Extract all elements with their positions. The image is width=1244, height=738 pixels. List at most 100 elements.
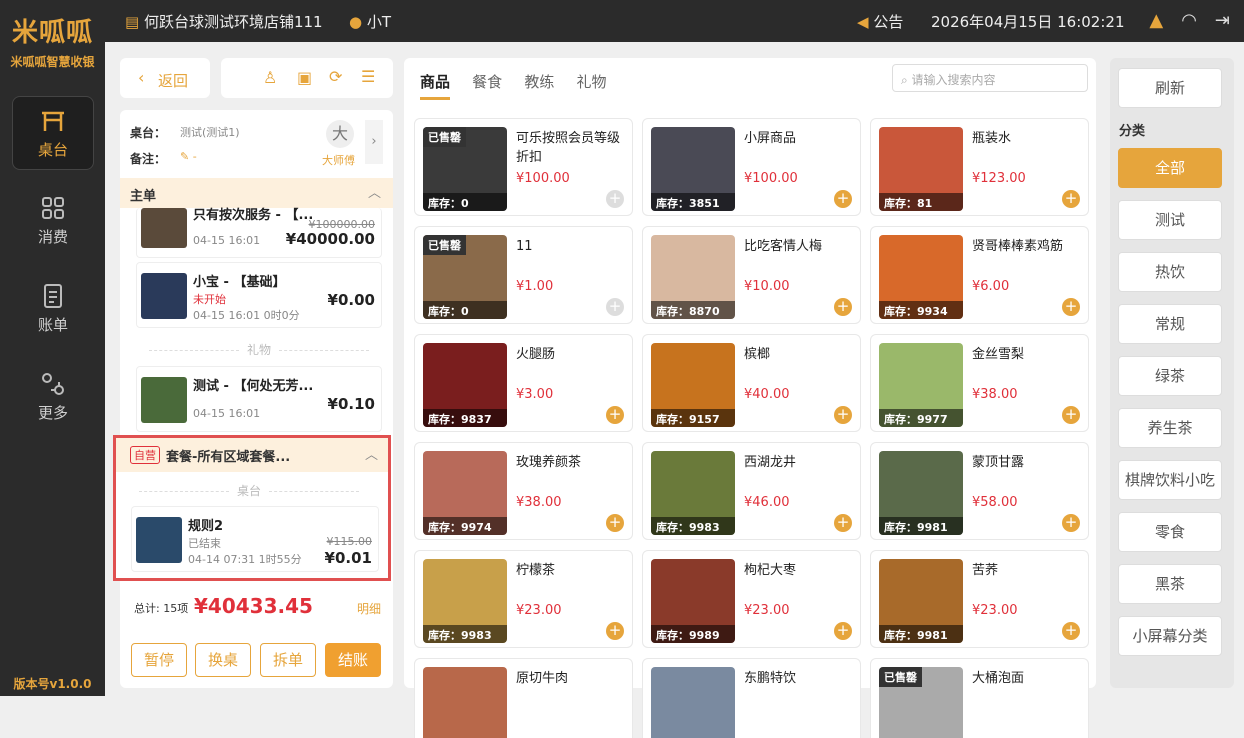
product-price: ¥123.00	[972, 171, 1026, 186]
product-card[interactable]: 库存：9837 火腿肠 ¥3.00 +	[414, 334, 633, 432]
product-name: 柠檬茶	[516, 563, 556, 578]
category-item[interactable]: 小屏幕分类	[1118, 616, 1222, 656]
product-image: 已售罄 库存：0	[423, 127, 507, 211]
refresh-icon[interactable]: ⟳	[329, 67, 342, 86]
nav-item-bill[interactable]: 账单	[12, 272, 94, 346]
package-header[interactable]: 自营 套餐-所有区域套餐... ︿	[116, 438, 388, 472]
add-icon[interactable]: +	[834, 406, 852, 424]
product-price: ¥100.00	[516, 171, 570, 186]
order-thumb	[141, 273, 187, 319]
product-card[interactable]: 库存：9934 贤哥棒棒素鸡筋 ¥6.00 +	[870, 226, 1089, 324]
order-item[interactable]: 只有按次服务 - 【... ¥100000.00 04-15 16:01 ¥40…	[136, 208, 382, 258]
order-item[interactable]: 小宝 - 【基础】 未开始 04-15 16:01 0时0分 ¥0.00	[136, 262, 382, 328]
back-button[interactable]: ‹ 返回	[120, 58, 210, 98]
nav-item-consume[interactable]: 消费	[12, 184, 94, 258]
nav-item-more[interactable]: 更多	[12, 360, 94, 434]
add-icon[interactable]: +	[834, 298, 852, 316]
product-name: 枸杞大枣	[744, 563, 797, 578]
print-icon[interactable]: ▣	[297, 68, 312, 87]
category-item[interactable]: 常规	[1118, 304, 1222, 344]
product-card[interactable]: 库存：9983 西湖龙井 ¥46.00 +	[642, 442, 861, 540]
add-icon[interactable]: +	[606, 298, 624, 316]
add-icon[interactable]: +	[606, 406, 624, 424]
product-panel: 商品 餐食 教练 礼物 ⌕ 请输入搜索内容 已售罄 库存：0 可乐按照会员等级折扣 ¥…	[404, 58, 1096, 738]
product-price: ¥1.00	[516, 279, 554, 294]
stock-label: 库存：0	[423, 193, 507, 211]
tab-coaches[interactable]: 教练	[524, 73, 554, 91]
product-image: 库存：9981	[879, 559, 963, 643]
product-image: 库存：9974	[423, 451, 507, 535]
nav-label-consume: 消费	[37, 228, 68, 246]
product-card[interactable]: 库存：9157 槟榔 ¥40.00 +	[642, 334, 861, 432]
category-item[interactable]: 养生茶	[1118, 408, 1222, 448]
table-icon	[42, 111, 64, 131]
product-card[interactable]: 库存：9977 金丝雪梨 ¥38.00 +	[870, 334, 1089, 432]
stock-label: 库存：9989	[651, 625, 735, 643]
add-icon[interactable]: +	[1062, 406, 1080, 424]
logout-icon[interactable]: ⇥	[1215, 10, 1230, 31]
total-amount: ¥40433.45	[194, 594, 313, 618]
product-price: ¥10.00	[744, 279, 790, 294]
add-icon[interactable]: +	[1062, 298, 1080, 316]
chevron-right-icon[interactable]: ›	[365, 120, 383, 164]
add-icon[interactable]: +	[1062, 622, 1080, 640]
note-value[interactable]: ✎ -	[180, 150, 197, 163]
split-order-button[interactable]: 拆单	[260, 643, 316, 677]
product-price: ¥23.00	[744, 603, 790, 618]
product-card[interactable]: 库存：3851 小屏商品 ¥100.00 +	[642, 118, 861, 216]
checkout-button[interactable]: 结账	[325, 643, 381, 677]
detail-link[interactable]: 明细	[357, 600, 381, 617]
add-icon[interactable]: +	[606, 622, 624, 640]
product-card[interactable]: 已售罄 库存：0 11 ¥1.00 +	[414, 226, 633, 324]
product-card[interactable]: 库存：9974 玫瑰养颜茶 ¥38.00 +	[414, 442, 633, 540]
nav-item-table[interactable]: 桌台	[12, 96, 94, 170]
product-card[interactable]: 已售罄 大桶泡面	[870, 658, 1089, 738]
add-icon[interactable]: +	[606, 190, 624, 208]
pause-button[interactable]: 暂停	[131, 643, 187, 677]
add-icon[interactable]: +	[834, 514, 852, 532]
package-item[interactable]: 规则2 已结束 ¥115.00 04-14 07:31 1时55分 ¥0.01	[131, 506, 379, 572]
add-icon[interactable]: +	[1062, 190, 1080, 208]
notice-button[interactable]: ◀ 公告	[857, 11, 903, 32]
product-card[interactable]: 东鹏特饮	[642, 658, 861, 738]
list-icon[interactable]: ☰	[361, 67, 375, 86]
product-price: ¥100.00	[744, 171, 798, 186]
category-item[interactable]: 测试	[1118, 200, 1222, 240]
add-icon[interactable]: +	[834, 190, 852, 208]
add-icon[interactable]: +	[606, 514, 624, 532]
search-input[interactable]: ⌕ 请输入搜索内容	[892, 64, 1088, 92]
category-item[interactable]: 黑茶	[1118, 564, 1222, 604]
product-image: 库存：9837	[423, 343, 507, 427]
product-card[interactable]: 库存：9983 柠檬茶 ¥23.00 +	[414, 550, 633, 648]
product-card[interactable]: 库存：81 瓶装水 ¥123.00 +	[870, 118, 1089, 216]
change-table-button[interactable]: 换桌	[195, 643, 251, 677]
tab-goods[interactable]: 商品	[420, 73, 451, 100]
add-icon[interactable]: +	[1062, 514, 1080, 532]
category-item[interactable]: 全部	[1118, 148, 1222, 188]
category-item[interactable]: 热饮	[1118, 252, 1222, 292]
tab-meals[interactable]: 餐食	[472, 73, 502, 91]
bill-icon	[44, 284, 62, 308]
tab-gifts[interactable]: 礼物	[576, 73, 606, 91]
bell-outline-icon[interactable]: ♙	[263, 68, 277, 87]
category-item[interactable]: 绿茶	[1118, 356, 1222, 396]
product-card[interactable]: 库存：8870 比吃客情人梅 ¥10.00 +	[642, 226, 861, 324]
note-label: 备注：	[130, 152, 167, 166]
chevron-up-icon: ︿	[367, 186, 381, 201]
gift-item[interactable]: 测试 - 【何处无芳... 04-15 16:01 ¥0.10	[136, 366, 382, 432]
refresh-button[interactable]: 刷新	[1118, 68, 1222, 108]
product-card[interactable]: 原切牛肉	[414, 658, 633, 738]
category-item[interactable]: 零食	[1118, 512, 1222, 552]
user-name[interactable]: ● 小T	[349, 11, 391, 32]
product-card[interactable]: 库存：9981 苦荞 ¥23.00 +	[870, 550, 1089, 648]
product-image: 库存：9934	[879, 235, 963, 319]
product-card[interactable]: 已售罄 库存：0 可乐按照会员等级折扣 ¥100.00 +	[414, 118, 633, 216]
product-name: 11	[516, 239, 533, 254]
master-avatar[interactable]: 大	[326, 120, 354, 148]
bell-icon[interactable]: ▲	[1149, 10, 1163, 31]
product-card[interactable]: 库存：9981 蒙顶甘露 ¥58.00 +	[870, 442, 1089, 540]
add-icon[interactable]: +	[834, 622, 852, 640]
edit-icon: ✎	[180, 150, 193, 163]
category-item[interactable]: 棋牌饮料小吃	[1118, 460, 1222, 500]
product-card[interactable]: 库存：9989 枸杞大枣 ¥23.00 +	[642, 550, 861, 648]
